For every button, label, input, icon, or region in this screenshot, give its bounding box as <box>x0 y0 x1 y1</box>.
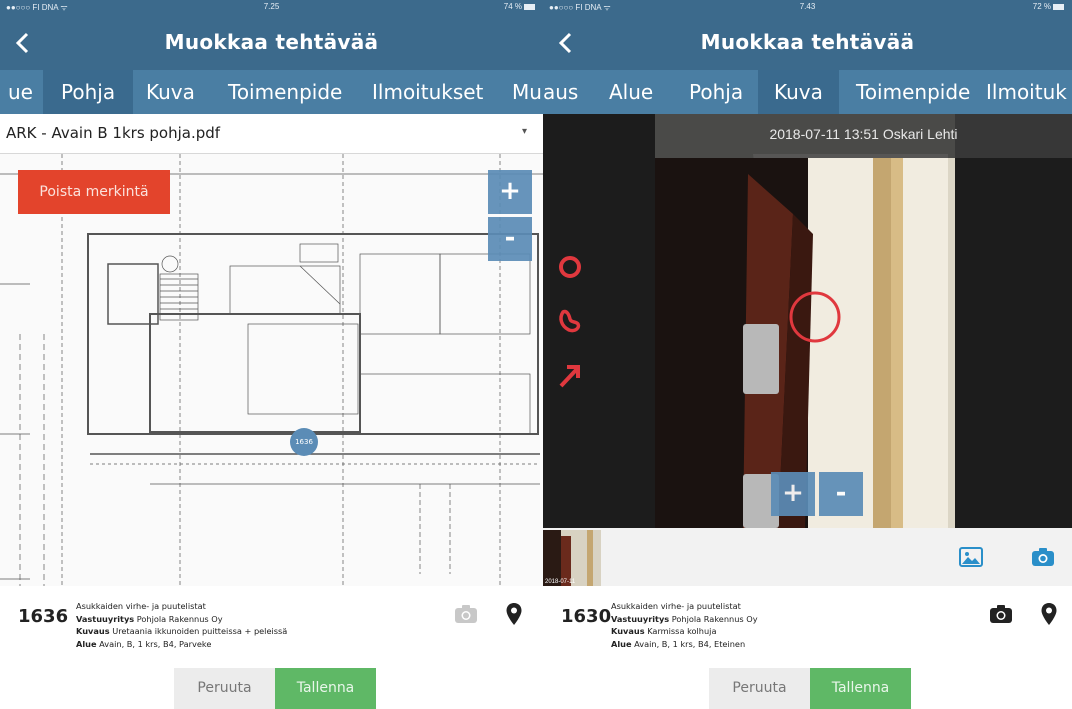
tab-toimenpide[interactable]: Toimenpide <box>228 70 342 114</box>
photo-thumbnail[interactable]: 2018-07-11 <box>543 530 601 586</box>
cancel-button[interactable]: Peruuta <box>709 668 810 709</box>
floorplan-drawing[interactable] <box>0 154 543 586</box>
plan-marker[interactable]: 1636 <box>290 428 318 456</box>
battery-level: 74 % <box>503 2 522 11</box>
photo-viewer[interactable]: 2018-07-11 13:51 Oskari Lehti + - <box>543 114 1072 528</box>
page-title: Muokkaa tehtävää <box>700 30 915 54</box>
zoom-in-button[interactable]: + <box>488 170 532 214</box>
clock: 7.43 <box>799 2 816 11</box>
zoom-in-button[interactable]: + <box>771 472 815 516</box>
tab-alue[interactable]: Alue <box>609 70 653 114</box>
zoom-out-button[interactable]: - <box>488 217 532 261</box>
tab-toimenpide[interactable]: Toimenpide <box>856 70 970 114</box>
page-title: Muokkaa tehtävää <box>164 30 379 54</box>
take-photo-button[interactable] <box>1031 546 1055 568</box>
camera-button[interactable] <box>452 600 480 628</box>
task-company-row: Vastuuyritys Pohjola Rakennus Oy <box>76 613 287 626</box>
status-bar: ●●○○○ FI DNA ᯤ 7.43 72 % <box>543 0 1072 16</box>
nav-bar: Muokkaa tehtävää <box>0 16 543 70</box>
map-pin-icon <box>1041 603 1057 625</box>
cancel-button[interactable]: Peruuta <box>174 668 275 709</box>
arrow-tool-icon <box>559 365 580 388</box>
task-company-row: Vastuuyritys Pohjola Rakennus Oy <box>611 613 758 626</box>
task-id: 1636 <box>18 606 69 627</box>
task-company-label: Vastuuyritys <box>611 613 670 624</box>
action-bar: Peruuta Tallenna <box>543 668 1072 709</box>
map-pin-icon <box>506 603 522 625</box>
action-bar: Peruuta Tallenna <box>0 668 543 709</box>
tab-kuva[interactable]: Kuva <box>146 70 195 114</box>
floorplan-image <box>0 154 543 586</box>
tab-alue-partial[interactable]: ue <box>8 70 33 114</box>
task-area-row: Alue Avain, B, 1 krs, B4, Parveke <box>76 638 287 651</box>
status-bar: ●●○○○ FI DNA ᯤ 7.25 74 % <box>0 0 543 16</box>
task-description-row: Kuvaus Uretaania ikkunoiden puitteissa +… <box>76 625 287 638</box>
task-company-label: Vastuuyritys <box>76 613 135 624</box>
tab-ilmoitukset-partial[interactable]: Ilmoituk <box>986 70 1067 114</box>
task-description-label: Kuvaus <box>76 626 110 636</box>
delete-marker-button[interactable]: Poista merkintä <box>18 170 170 214</box>
clock: 7.25 <box>263 2 280 11</box>
chevron-down-icon: ▾ <box>521 126 527 137</box>
camera-icon <box>990 605 1012 623</box>
location-button[interactable] <box>500 600 528 628</box>
tab-ilmoitukset[interactable]: Ilmoitukset <box>372 70 483 114</box>
nav-bar: Muokkaa tehtävää <box>543 16 1072 70</box>
location-button[interactable] <box>1035 600 1063 628</box>
task-category: Asukkaiden virhe- ja puutelistat <box>611 601 741 611</box>
right-screen: ●●○○○ FI DNA ᯤ 7.43 72 % Muokkaa tehtävä… <box>543 0 1072 709</box>
circle-tool-button[interactable] <box>555 252 585 282</box>
task-category: Asukkaiden virhe- ja puutelistat <box>76 601 206 611</box>
task-area: Avain, B, 1 krs, B4, Eteinen <box>634 638 746 649</box>
file-select-value: ARK - Avain B 1krs pohja.pdf <box>6 124 221 142</box>
circle-tool-icon <box>559 256 581 278</box>
tab-muutos-partial[interactable]: aus <box>543 70 578 114</box>
task-summary: 1630 Asukkaiden virhe- ja puutelistat Va… <box>543 586 1072 664</box>
photo-caption: 2018-07-11 13:51 Oskari Lehti <box>769 126 958 142</box>
task-description-row: Kuvaus Karmissa kolhuja <box>611 625 758 638</box>
task-details: Asukkaiden virhe- ja puutelistat Vastuuy… <box>76 600 287 650</box>
tab-pohja[interactable]: Pohja <box>43 70 134 114</box>
left-screen: ●●○○○ FI DNA ᯤ 7.25 74 % Muokkaa tehtävä… <box>0 0 543 709</box>
thumbnail-date: 2018-07-11 <box>545 579 576 585</box>
photo-image <box>655 114 955 528</box>
tab-muutos-partial[interactable]: Mu <box>512 70 542 114</box>
task-id: 1630 <box>561 606 612 627</box>
battery-icon <box>524 3 535 10</box>
thumbnail-image <box>543 530 601 586</box>
tab-bar: aus Alue Pohja Kuva Toimenpide Ilmoituk <box>543 70 1072 114</box>
freehand-tool-button[interactable] <box>555 306 585 336</box>
tab-pohja[interactable]: Pohja <box>689 70 743 114</box>
battery-indicator: 74 % <box>504 2 535 11</box>
battery-indicator: 72 % <box>1033 2 1064 11</box>
task-company: Pohjola Rakennus Oy <box>136 613 223 624</box>
gallery-button[interactable] <box>959 546 983 568</box>
battery-icon <box>1053 3 1064 10</box>
camera-icon <box>455 605 477 623</box>
tab-kuva[interactable]: Kuva <box>758 70 839 114</box>
task-details: Asukkaiden virhe- ja puutelistat Vastuuy… <box>611 600 758 650</box>
arrow-tool-button[interactable] <box>555 360 585 390</box>
tab-bar: ue Pohja Kuva Toimenpide Ilmoitukset Mu <box>0 70 543 114</box>
task-description: Uretaania ikkunoiden puitteissa + peleis… <box>112 626 288 636</box>
save-button[interactable]: Tallenna <box>275 668 376 709</box>
camera-button[interactable] <box>987 600 1015 628</box>
task-area-label: Alue <box>611 638 632 649</box>
camera-icon <box>1032 548 1054 566</box>
task-description-label: Kuvaus <box>611 626 645 636</box>
battery-level: 72 % <box>1032 2 1051 11</box>
zoom-out-button[interactable]: - <box>819 472 863 516</box>
task-description: Karmissa kolhuja <box>647 626 717 636</box>
photo-thumbnail-strip: 2018-07-11 <box>543 528 1072 586</box>
task-area-label: Alue <box>76 638 97 649</box>
task-area-row: Alue Avain, B, 1 krs, B4, Eteinen <box>611 638 758 651</box>
task-area: Avain, B, 1 krs, B4, Parveke <box>99 638 212 649</box>
image-gallery-icon <box>959 547 983 567</box>
task-summary: 1636 Asukkaiden virhe- ja puutelistat Va… <box>0 586 543 664</box>
freehand-tool-icon <box>559 309 581 333</box>
task-company: Pohjola Rakennus Oy <box>671 613 758 624</box>
save-button[interactable]: Tallenna <box>810 668 911 709</box>
floorplan-file-select[interactable]: ARK - Avain B 1krs pohja.pdf ▾ <box>0 114 543 154</box>
